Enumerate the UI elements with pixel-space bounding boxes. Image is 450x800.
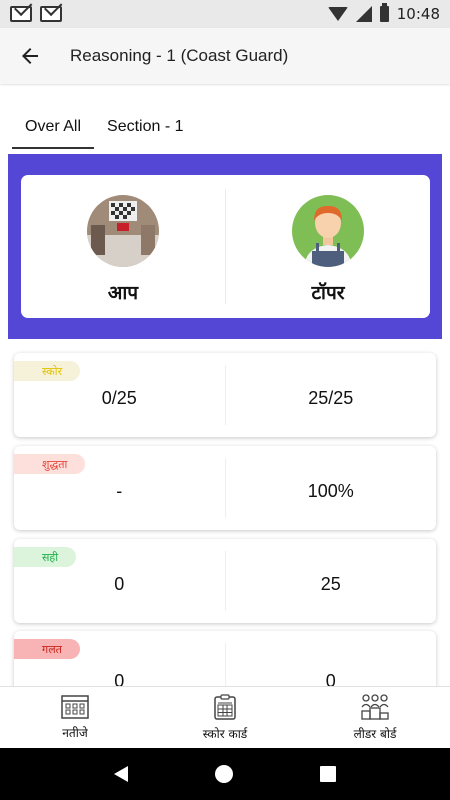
system-recents-icon[interactable]	[320, 766, 337, 782]
wrong-pill: गलत	[14, 639, 80, 659]
topper-avatar	[292, 195, 364, 267]
user-avatar	[87, 195, 159, 267]
system-navigation-bar	[0, 748, 450, 800]
results-grid-icon	[61, 694, 89, 719]
status-time: 10:48	[396, 5, 440, 23]
tab-bar: Over All Section - 1	[12, 105, 197, 149]
leaderboard-icon	[361, 693, 389, 720]
correct-card: सही 0 25	[14, 539, 436, 623]
topper-column: टॉपर	[226, 175, 430, 318]
system-home-icon[interactable]	[214, 765, 233, 783]
accuracy-pill: शुद्धता	[14, 454, 86, 474]
page-title: Reasoning - 1 (Coast Guard)	[70, 46, 289, 65]
battery-icon	[379, 3, 389, 22]
nav-scorecard-label: स्कोर कार्ड	[202, 726, 248, 741]
topper-label: टॉपर	[311, 282, 345, 304]
gmail-notification-icon-2	[40, 6, 62, 22]
nav-results[interactable]: नतीजे	[0, 687, 150, 748]
tab-over-all[interactable]: Over All	[12, 105, 95, 149]
status-bar: 10:48	[0, 0, 450, 28]
correct-pill: सही	[14, 547, 77, 567]
app-bar: Reasoning - 1 (Coast Guard)	[0, 28, 450, 84]
score-pill: स्कोर	[14, 361, 81, 381]
nav-leaderboard-label: लीडर बोर्ड	[353, 726, 397, 741]
you-label: आप	[107, 282, 139, 304]
scorecard-icon	[214, 693, 236, 720]
you-column: आप	[21, 175, 225, 318]
topper-score-value: 25/25	[308, 387, 354, 408]
accuracy-card: शुद्धता - 100%	[14, 446, 436, 530]
compare-panel: आप टॉपर	[8, 154, 442, 339]
nav-leaderboard[interactable]: लीडर बोर्ड	[300, 687, 450, 748]
tab-section-1[interactable]: Section - 1	[94, 105, 196, 149]
compare-card: आप टॉपर	[21, 175, 430, 318]
topper-accuracy-value: 100%	[307, 480, 354, 501]
nav-results-label: नतीजे	[62, 725, 88, 740]
system-back-icon[interactable]	[113, 766, 128, 782]
back-arrow-icon[interactable]	[2, 28, 58, 84]
cell-signal-icon	[355, 6, 372, 22]
score-card: स्कोर 0/25 25/25	[14, 353, 436, 437]
nav-scorecard[interactable]: स्कोर कार्ड	[150, 687, 300, 748]
topper-correct-value: 25	[320, 573, 341, 594]
gmail-notification-icon	[10, 6, 32, 22]
bottom-navigation: नतीजे स्कोर कार्ड लीडर बोर्ड	[0, 686, 450, 748]
wifi-icon	[327, 7, 348, 21]
